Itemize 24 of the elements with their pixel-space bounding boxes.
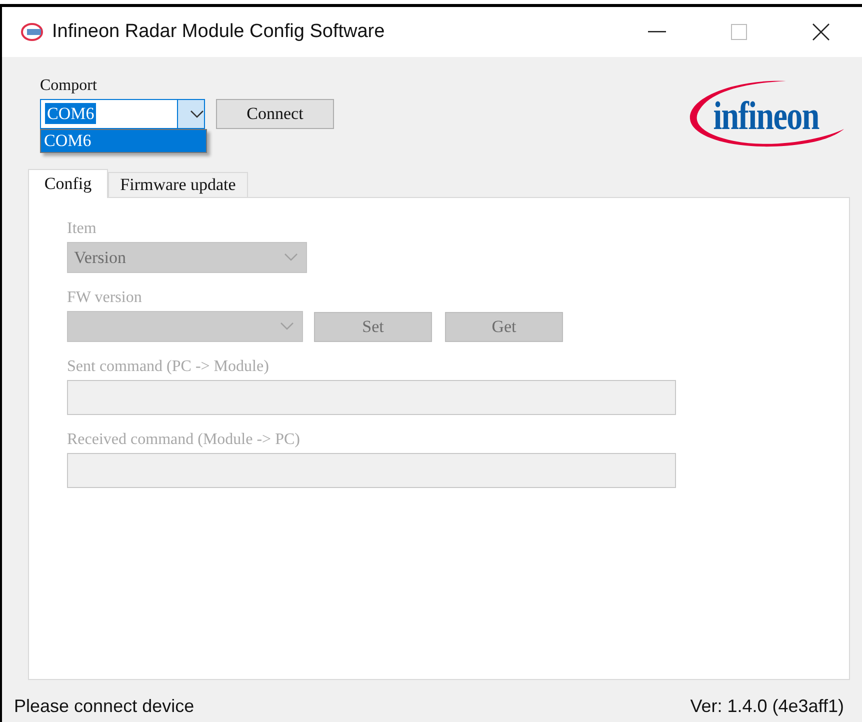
close-icon[interactable]: [812, 23, 830, 41]
tab[interactable]: Config: [28, 169, 108, 198]
status-message: Please connect device: [14, 696, 194, 716]
window-title: Infineon Radar Module Config Software: [52, 21, 386, 43]
chevron-down-icon: [280, 322, 294, 331]
sent-command-label: Sent command (PC -> Module): [67, 358, 270, 376]
chevron-down-icon: [284, 253, 298, 262]
tab[interactable]: Firmware update: [108, 172, 248, 197]
fw-version-label: FW version: [67, 289, 143, 307]
connect-button[interactable]: Connect: [216, 99, 334, 129]
received-command-label: Received command (Module -> PC): [67, 431, 301, 449]
version-text: Ver: 1.4.0 (4e3aff1): [690, 696, 844, 716]
infineon-logo: infineon: [713, 92, 819, 138]
comport-value: COM6: [45, 103, 96, 124]
fw-version-select[interactable]: [67, 311, 303, 342]
sent-command-field[interactable]: [67, 380, 676, 415]
item-label: Item: [67, 220, 98, 238]
maximize-icon[interactable]: [731, 24, 747, 40]
comport-label: Comport: [40, 77, 97, 94]
minimize-icon[interactable]: [648, 31, 666, 33]
received-command-field[interactable]: [67, 453, 676, 488]
chevron-down-icon: [190, 110, 204, 118]
app-logo-icon: [20, 22, 44, 42]
comport-option[interactable]: COM6: [41, 130, 206, 152]
